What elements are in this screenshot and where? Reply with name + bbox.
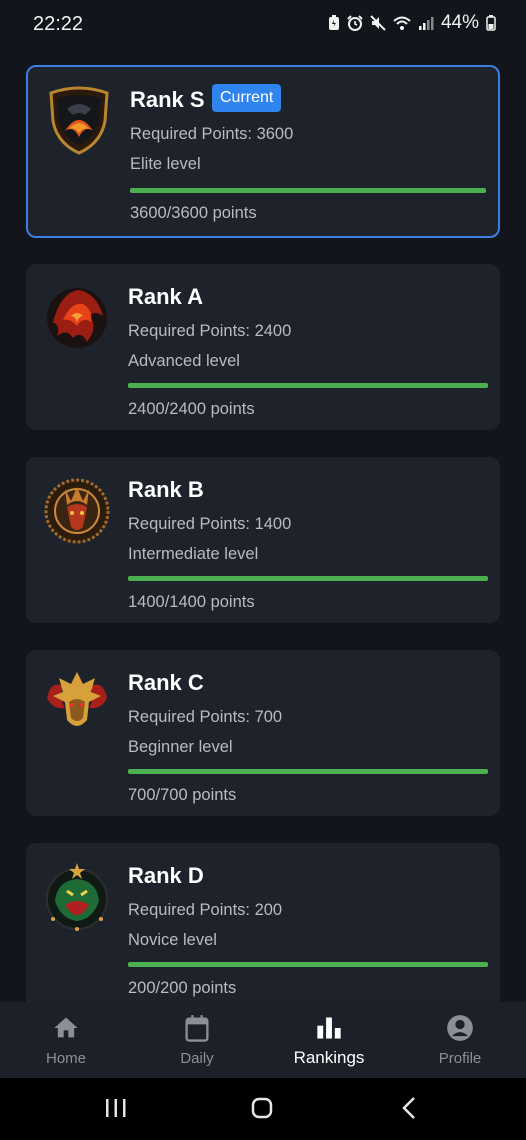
progress-bar: [128, 769, 488, 774]
level-label: Beginner level: [128, 738, 233, 756]
signal-icon: [418, 17, 434, 30]
current-badge: Current: [212, 84, 282, 112]
points-label: 700/700 points: [128, 786, 237, 804]
status-bar: 22:22 44%: [0, 0, 526, 50]
progress-bar: [128, 962, 488, 967]
nav-daily[interactable]: Daily: [131, 1002, 263, 1078]
green-dragon-badge-icon: [46, 863, 108, 931]
progress-fill: [130, 188, 486, 193]
bottom-navigation: Home Daily Rankings Profile: [0, 1002, 526, 1078]
nav-home[interactable]: Home: [0, 1002, 132, 1078]
required-points: Required Points: 3600: [130, 125, 294, 143]
progress-fill: [128, 769, 488, 774]
battery-icon: [486, 15, 496, 31]
alarm-icon: [347, 15, 363, 31]
points-label: 2400/2400 points: [128, 400, 255, 418]
back-icon[interactable]: [398, 1096, 422, 1120]
rank-card-d[interactable]: Rank D Required Points: 200 Novice level…: [26, 843, 500, 1002]
battery-saver-icon: [328, 15, 339, 30]
nav-home-label: Home: [45, 1050, 86, 1067]
status-icons: 44%: [328, 12, 496, 34]
nav-profile-label: Profile: [438, 1050, 482, 1067]
rank-card-s[interactable]: Rank S Current Required Points: 3600 Eli…: [26, 65, 500, 238]
account-circle-icon: [447, 1015, 473, 1041]
level-label: Elite level: [130, 155, 201, 173]
calendar-icon: [185, 1015, 209, 1042]
nav-rankings-label: Rankings: [293, 1048, 365, 1067]
home-button-icon[interactable]: [250, 1096, 274, 1120]
required-points: Required Points: 700: [128, 708, 283, 726]
fire-dragon-badge-icon: [47, 288, 107, 348]
battery-percent: 44%: [440, 12, 479, 33]
system-navigation-bar: [0, 1078, 526, 1140]
level-label: Intermediate level: [128, 545, 259, 563]
bar-chart-icon: [317, 1017, 341, 1039]
rank-title: Rank D: [128, 863, 204, 888]
nav-rankings[interactable]: Rankings: [263, 1002, 395, 1078]
rank-card-a[interactable]: Rank A Required Points: 2400 Advanced le…: [26, 264, 500, 430]
status-time: 22:22: [33, 13, 84, 35]
rank-title: Rank A: [128, 284, 203, 309]
points-label: 3600/3600 points: [130, 204, 257, 222]
progress-fill: [128, 576, 488, 581]
progress-bar: [130, 188, 486, 193]
progress-fill: [128, 962, 488, 967]
progress-bar: [128, 576, 488, 581]
bronze-dragon-emblem-icon: [44, 478, 110, 544]
rank-card-c[interactable]: Rank C Required Points: 700 Beginner lev…: [26, 650, 500, 816]
required-points: Required Points: 200: [128, 901, 283, 919]
progress-fill: [128, 383, 488, 388]
level-label: Novice level: [128, 931, 217, 949]
dragon-shield-badge-icon: [49, 86, 109, 155]
nav-profile[interactable]: Profile: [394, 1002, 526, 1078]
rank-title: Rank B: [128, 477, 204, 502]
home-icon: [54, 1017, 78, 1038]
rankings-list[interactable]: Rank S Current Required Points: 3600 Eli…: [0, 50, 526, 1002]
required-points: Required Points: 1400: [128, 515, 292, 533]
recent-apps-icon[interactable]: [104, 1096, 128, 1120]
golden-dragon-badge-icon: [47, 672, 107, 726]
level-label: Advanced level: [128, 352, 240, 370]
required-points: Required Points: 2400: [128, 322, 292, 340]
points-label: 1400/1400 points: [128, 593, 255, 611]
rank-title: Rank C: [128, 670, 204, 695]
progress-bar: [128, 383, 488, 388]
wifi-icon: [393, 16, 411, 30]
rank-title: Rank S: [130, 87, 205, 112]
mute-icon: [370, 15, 386, 31]
rank-card-b[interactable]: Rank B Required Points: 1400 Intermediat…: [26, 457, 500, 623]
points-label: 200/200 points: [128, 979, 237, 997]
nav-daily-label: Daily: [180, 1050, 214, 1067]
